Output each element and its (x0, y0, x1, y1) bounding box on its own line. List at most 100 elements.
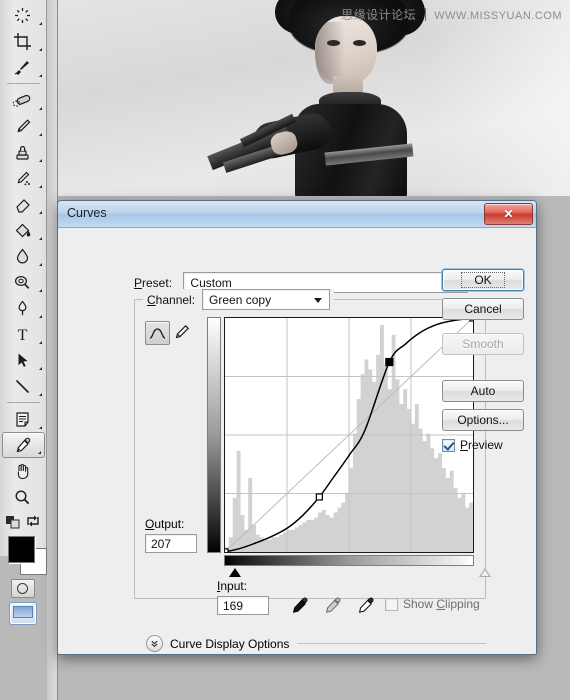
color-mode-row (0, 510, 45, 532)
photoshop-toolbar: T (0, 0, 47, 625)
curve-plot-area[interactable] (224, 317, 474, 553)
curve-control-point[interactable] (225, 548, 229, 552)
curve-group-box: Channel:Channel: Green copy (134, 289, 491, 615)
curves-dialog: Curves ✕ PPreset:reset: Custom (57, 200, 537, 655)
input-input[interactable]: 169 (217, 596, 269, 615)
tool-expand-corner (39, 289, 42, 292)
eraser-tool[interactable] (0, 191, 45, 217)
black-point-eyedropper[interactable] (290, 596, 310, 619)
section-divider (297, 643, 486, 644)
tool-expand-corner (39, 315, 42, 318)
dialog-title: Curves (67, 206, 107, 220)
paint-bucket-tool[interactable] (0, 217, 45, 243)
tool-expand-corner (39, 185, 42, 188)
watermark-divider (424, 8, 426, 21)
tool-expand-corner (39, 74, 42, 77)
white-point-slider-handle[interactable] (479, 568, 491, 577)
curve-control-point[interactable] (385, 357, 394, 367)
svg-text:T: T (18, 327, 28, 344)
path-selection-tool[interactable] (0, 347, 45, 373)
image-face-shadow (315, 22, 345, 84)
watermark: 思缘设计论坛 WWW.MISSYUAN.COM (341, 6, 562, 23)
black-point-slider-handle[interactable] (229, 568, 241, 577)
curve-display-options-row[interactable]: Curve Display Options (146, 635, 486, 652)
image-eye-right (353, 40, 366, 46)
hand-tool[interactable] (0, 458, 45, 484)
tool-expand-corner (39, 237, 42, 240)
eyedropper-tool[interactable] (2, 432, 45, 458)
crop-tool[interactable] (0, 28, 45, 54)
screen-mode-button[interactable] (0, 600, 45, 626)
channel-row: Channel:Channel: Green copy (147, 289, 335, 310)
dodge-tool[interactable] (0, 269, 45, 295)
auto-button[interactable]: Auto (442, 380, 524, 402)
magic-wand-tool[interactable] (0, 2, 45, 28)
tool-expand-corner (39, 107, 42, 110)
pencil-tool-button[interactable] (170, 321, 193, 343)
quick-mask-icon (10, 578, 35, 598)
notes-tool[interactable] (0, 406, 45, 432)
curve-tool-button[interactable] (145, 321, 170, 345)
group-border-left (134, 299, 143, 300)
curve-control-point[interactable] (315, 493, 323, 501)
curve-svg (225, 318, 473, 552)
ok-button[interactable]: OK (442, 269, 524, 291)
channel-label: Channel:Channel: (147, 292, 196, 307)
dialog-title-bar[interactable]: Curves ✕ (58, 201, 536, 228)
options-button[interactable]: Options... (442, 409, 524, 431)
photoshop-canvas-image: 思缘设计论坛 WWW.MISSYUAN.COM (57, 0, 570, 196)
blur-tool[interactable] (0, 243, 45, 269)
preview-checkbox[interactable] (442, 438, 455, 452)
watermark-url: WWW.MISSYUAN.COM (434, 10, 562, 22)
input-slider-handles (221, 568, 491, 579)
preview-row[interactable]: PreviewPreview (442, 438, 524, 452)
output-field-group: Output:Output: 207 (145, 517, 203, 553)
curve-edit-tools (145, 321, 193, 345)
auto-button-label: Auto (470, 384, 496, 398)
color-swatches[interactable] (0, 534, 47, 576)
quick-mask-toggle[interactable] (0, 576, 45, 600)
preset-value: Custom (190, 275, 232, 290)
tool-expand-corner (39, 263, 42, 266)
slice-tool[interactable] (0, 54, 45, 80)
history-brush-tool[interactable] (0, 165, 45, 191)
cancel-button[interactable]: Cancel (442, 298, 524, 320)
tool-expand-corner (39, 22, 42, 25)
dialog-buttons: OK Cancel Smooth Auto Options... Preview… (442, 269, 524, 452)
input-field-group: Input:Input: 169 (217, 579, 275, 615)
zoom-tool[interactable] (0, 484, 45, 510)
chevron-expand-icon[interactable] (146, 635, 163, 652)
show-clipping-row[interactable]: Show ClippingShow Clipping (385, 597, 480, 611)
smooth-button: Smooth (442, 333, 524, 355)
tool-expand-corner (39, 48, 42, 51)
tool-expand-corner (39, 426, 42, 429)
input-label: Input:Input: (217, 579, 248, 593)
cancel-button-label: Cancel (464, 302, 502, 316)
white-point-eyedropper[interactable] (356, 596, 376, 619)
type-tool[interactable]: T (0, 321, 45, 347)
output-input[interactable]: 207 (145, 534, 197, 553)
show-clipping-checkbox[interactable] (385, 597, 398, 611)
eyedropper-group (290, 596, 376, 619)
curve-graph (207, 317, 491, 577)
output-label: Output:Output: (145, 517, 185, 531)
clone-stamp-tool[interactable] (0, 139, 45, 165)
dialog-body: PPreset:reset: Custom Channel:Channel: (58, 227, 536, 654)
pen-tool[interactable] (0, 295, 45, 321)
healing-brush-tool[interactable] (0, 87, 45, 113)
foreground-color-swatch[interactable] (8, 536, 35, 563)
gray-point-eyedropper[interactable] (323, 596, 343, 619)
smooth-button-label: Smooth (462, 337, 504, 351)
preview-label: PreviewPreview (460, 438, 503, 452)
toolbar-divider (6, 402, 40, 403)
brush-tool[interactable] (0, 113, 45, 139)
channel-dropdown[interactable]: Green copy (202, 289, 331, 310)
line-tool[interactable] (0, 373, 45, 399)
tool-expand-corner (39, 341, 42, 344)
image-backlight (425, 0, 570, 196)
tool-expand-corner (39, 211, 42, 214)
curve-display-options-label: Curve Display Options (170, 636, 290, 651)
tool-expand-corner (39, 393, 42, 396)
tool-expand-corner (39, 367, 42, 370)
close-icon[interactable]: ✕ (484, 203, 533, 225)
